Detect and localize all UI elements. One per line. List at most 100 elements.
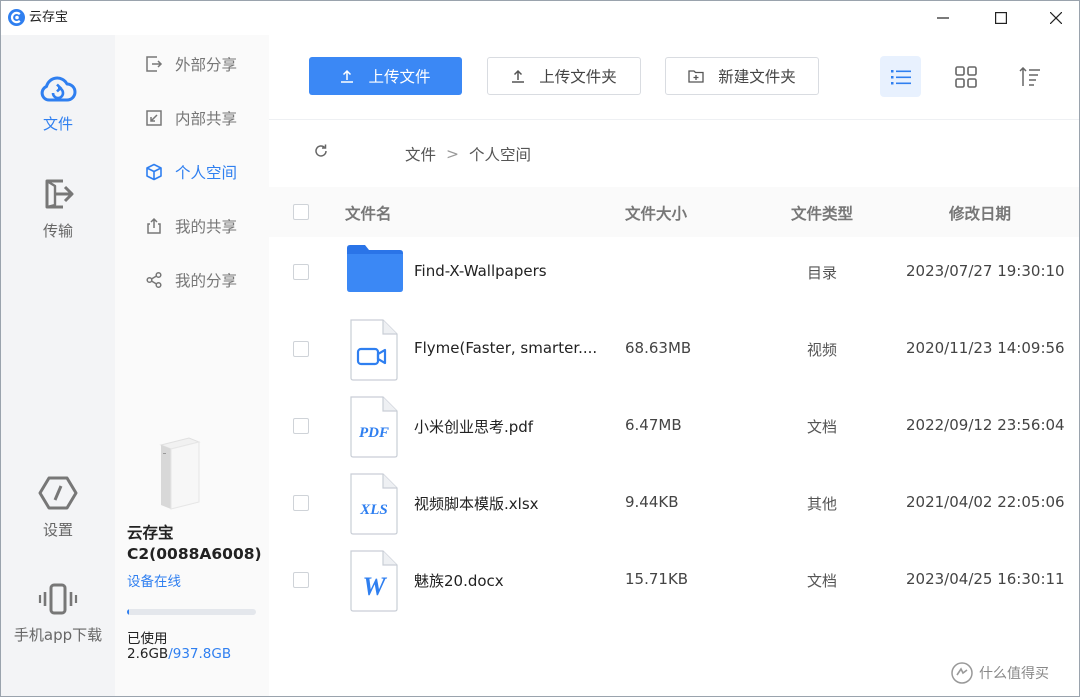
xls-badge-text: XLS [359, 502, 388, 518]
subnav-item-label: 外部分享 [175, 56, 238, 74]
row-checkbox[interactable] [293, 495, 309, 511]
transfer-icon [45, 179, 74, 209]
upload-folder-button[interactable]: 上传文件夹 [487, 57, 641, 95]
table-header: 文件名 文件大小 文件类型 修改日期 [269, 187, 1079, 237]
storage-progress-bar [127, 609, 256, 615]
row-checkbox[interactable] [293, 264, 309, 280]
file-modified: 2023/07/27 19:30:10 [906, 262, 1065, 280]
new-folder-icon [688, 70, 704, 83]
primary-sidebar: 文件 传输 设置 手机app下载 [1, 35, 115, 696]
app-window: 云存宝 文件 传输 设置 手机app下载 外部分享 内部共享 个人空间 我的共享… [0, 0, 1080, 697]
rail-item-mobile-app[interactable]: 手机app下载 [1, 582, 115, 645]
storage-values: 2.6GB/937.8GB [127, 646, 231, 662]
subnav-item-label: 内部共享 [175, 110, 238, 128]
subnav-item-external-share[interactable]: 外部分享 [115, 49, 269, 79]
cloud-icon [40, 76, 77, 102]
file-size: 15.71KB [625, 570, 689, 588]
file-name: 小米创业思考.pdf [414, 418, 534, 436]
file-size: 6.47MB [625, 416, 682, 434]
close-icon [1050, 12, 1062, 24]
column-header-name[interactable]: 文件名 [345, 202, 392, 224]
minimize-button[interactable] [920, 1, 966, 35]
file-type: 视频 [807, 341, 838, 359]
storage-used-label: 已使用 [127, 631, 168, 647]
grid-view-icon [954, 65, 977, 88]
title-bar: 云存宝 [1, 1, 1079, 35]
share-nodes-icon [146, 271, 162, 289]
breadcrumb-separator: > [446, 145, 460, 163]
rail-item-settings[interactable]: 设置 [1, 475, 115, 540]
video-file-icon [350, 319, 398, 381]
rail-item-files[interactable]: 文件 [1, 71, 115, 134]
watermark-text: 什么值得买 [979, 666, 1049, 682]
storage-total: /937.8GB [168, 646, 232, 662]
refresh-icon[interactable] [313, 143, 329, 159]
table-row[interactable]: Flyme(Faster, smarter.... 68.63MB 视频 202… [269, 311, 1079, 388]
subnav-item-personal-space[interactable]: 个人空间 [115, 157, 269, 187]
subnav-item-internal-share[interactable]: 内部共享 [115, 103, 269, 133]
new-folder-label: 新建文件夹 [718, 68, 796, 86]
pdf-badge-text: PDF [359, 425, 389, 441]
device-status: 设备在线 [127, 574, 181, 590]
upload-icon [341, 69, 354, 83]
column-header-size[interactable]: 文件大小 [625, 202, 687, 224]
upload-share-icon [147, 217, 161, 234]
table-row[interactable]: PDF 小米创业思考.pdf 6.47MB 文档 2022/09/12 23:5… [269, 388, 1079, 465]
upload-file-button[interactable]: 上传文件 [309, 57, 462, 95]
subnav-item-my-shared[interactable]: 我的共享 [115, 211, 269, 241]
maximize-button[interactable] [978, 1, 1024, 35]
secondary-sidebar: 外部分享 内部共享 个人空间 我的共享 我的分享 云存宝C2(0088A6008… [115, 35, 269, 696]
app-logo-icon [8, 9, 25, 26]
rail-item-label: 手机app下载 [13, 626, 103, 644]
table-row[interactable]: W 魅族20.docx 15.71KB 文档 2023/04/25 16:30:… [269, 542, 1079, 619]
close-button[interactable] [1033, 1, 1079, 35]
watermark-logo-icon [951, 662, 973, 684]
new-folder-button[interactable]: 新建文件夹 [665, 57, 819, 95]
subnav-item-label: 个人空间 [175, 164, 238, 182]
storage-used: 2.6GB [127, 646, 169, 662]
column-header-type[interactable]: 文件类型 [791, 202, 853, 224]
list-view-button[interactable] [880, 56, 921, 97]
external-share-icon [146, 56, 163, 72]
device-name: 云存宝C2(0088A6008) [127, 524, 262, 563]
folder-icon [347, 245, 403, 292]
table-row[interactable]: Find-X-Wallpapers 目录 2023/07/27 19:30:10 [269, 234, 1079, 311]
subnav-item-label: 我的分享 [175, 272, 238, 290]
file-type: 文档 [807, 418, 838, 436]
subnav-item-my-shares[interactable]: 我的分享 [115, 265, 269, 295]
file-size: 68.63MB [625, 339, 692, 357]
maximize-icon [995, 12, 1007, 24]
pdf-file-icon: PDF [350, 396, 398, 458]
file-type: 文档 [807, 572, 838, 590]
select-all-checkbox[interactable] [293, 204, 309, 220]
column-header-modified[interactable]: 修改日期 [949, 202, 1011, 224]
sort-button[interactable] [1009, 56, 1050, 97]
sort-icon [1018, 66, 1040, 86]
row-checkbox[interactable] [293, 418, 309, 434]
toolbar-divider [269, 119, 1079, 120]
storage-progress-fill [127, 609, 129, 615]
row-checkbox[interactable] [293, 341, 309, 357]
rail-item-label: 传输 [42, 222, 73, 240]
table-row[interactable]: XLS 视频脚本模版.xlsx 9.44KB 其他 2021/04/02 22:… [269, 465, 1079, 542]
row-checkbox[interactable] [293, 572, 309, 588]
internal-share-icon [146, 110, 162, 126]
word-badge-text: W [362, 572, 387, 601]
phone-vibrate-icon [38, 583, 78, 615]
file-name: Find-X-Wallpapers [414, 262, 547, 280]
upload-icon [512, 69, 525, 83]
rail-item-transfer[interactable]: 传输 [1, 176, 115, 241]
file-name: Flyme(Faster, smarter.... [414, 339, 598, 357]
upload-file-label: 上传文件 [368, 68, 431, 86]
breadcrumb-current: 个人空间 [469, 146, 532, 164]
rail-item-label: 文件 [42, 115, 73, 133]
breadcrumb-root[interactable]: 文件 [405, 143, 436, 165]
rail-item-label: 设置 [42, 521, 73, 539]
grid-view-button[interactable] [945, 56, 986, 97]
device-image [159, 437, 201, 510]
file-modified: 2020/11/23 14:09:56 [906, 339, 1065, 357]
file-type: 其他 [807, 495, 838, 513]
upload-folder-label: 上传文件夹 [539, 68, 617, 86]
minimize-icon [937, 17, 949, 19]
main-panel: 上传文件 上传文件夹 新建文件夹 文件 > 个人空间 文件名 文件大小 文件类型… [269, 35, 1079, 696]
